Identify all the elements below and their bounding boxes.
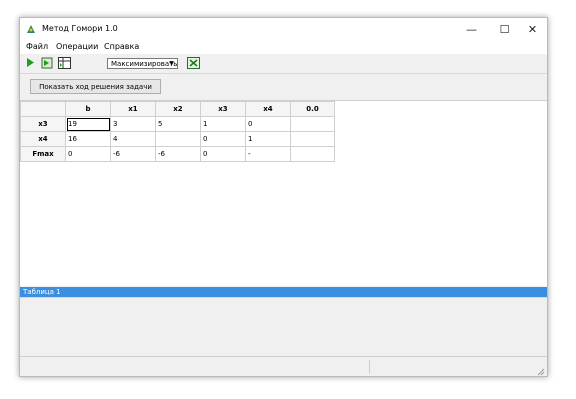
table-cell[interactable]: 16	[65, 131, 111, 147]
table-button[interactable]	[58, 56, 71, 71]
app-window: Метод Гомори 1.0 — ☐ ✕ Файл Операции Спр…	[19, 17, 548, 377]
status-divider	[369, 360, 370, 374]
close-icon: ✕	[527, 22, 538, 36]
table-icon	[58, 56, 71, 71]
row-header: x4	[20, 131, 66, 147]
resize-grip-icon[interactable]	[536, 367, 545, 376]
toolbar: Максимизировать ▼	[20, 55, 547, 74]
table-cell[interactable]: 3	[110, 116, 156, 132]
column-header: x2	[155, 101, 201, 117]
window-title: Метод Гомори 1.0	[42, 24, 118, 33]
table-cell[interactable]	[155, 131, 201, 147]
table-cell[interactable]	[290, 131, 335, 147]
table-cell[interactable]: 0	[200, 146, 246, 162]
table-row: x3 19 3 5 1 0	[20, 116, 335, 132]
excel-icon	[187, 56, 200, 71]
simplex-grid-area: b x1 x2 x3 x4 0.0 x3 19 3 5 1 0 x4 16 4	[20, 101, 547, 286]
table-cell[interactable]: 19	[65, 116, 111, 132]
simplex-table: b x1 x2 x3 x4 0.0 x3 19 3 5 1 0 x4 16 4	[20, 101, 335, 162]
table-cell[interactable]	[290, 116, 335, 132]
minimize-icon: —	[466, 22, 477, 36]
menu-operations[interactable]: Операции	[56, 42, 98, 51]
menu-bar: Файл Операции Справка	[20, 40, 547, 54]
menu-file[interactable]: Файл	[26, 42, 48, 51]
table-cell[interactable]: -6	[110, 146, 156, 162]
title-bar: Метод Гомори 1.0 — ☐ ✕	[20, 18, 547, 40]
export-button[interactable]	[187, 56, 200, 71]
menu-help[interactable]: Справка	[104, 42, 139, 51]
minimize-button[interactable]: —	[455, 18, 488, 40]
mode-select[interactable]: Максимизировать ▼	[107, 58, 178, 69]
log-selected-item[interactable]: Таблица 1	[20, 287, 547, 297]
table-cell[interactable]: -6	[155, 146, 201, 162]
table-cell[interactable]: 0	[200, 131, 246, 147]
row-header: x3	[20, 116, 66, 132]
chevron-down-icon: ▼	[169, 60, 174, 67]
table-cell[interactable]: 4	[110, 131, 156, 147]
table-row: x4 16 4 0 1	[20, 131, 335, 147]
app-icon	[26, 24, 36, 34]
status-bar	[20, 356, 547, 376]
maximize-icon: ☐	[499, 22, 510, 36]
column-header: x1	[110, 101, 156, 117]
table-row: Fmax 0 -6 -6 0 -	[20, 146, 335, 162]
table-cell[interactable]: -	[245, 146, 291, 162]
step-button[interactable]	[40, 57, 53, 70]
table-cell[interactable]: 0	[65, 146, 111, 162]
log-list[interactable]	[20, 297, 547, 357]
play-icon	[26, 57, 35, 70]
table-cell[interactable]: 5	[155, 116, 201, 132]
run-button[interactable]	[24, 57, 37, 70]
step-icon	[41, 57, 53, 71]
corner-cell	[20, 101, 66, 117]
table-cell[interactable]	[290, 146, 335, 162]
column-header: x3	[200, 101, 246, 117]
table-cell[interactable]: 1	[200, 116, 246, 132]
column-header: 0.0	[290, 101, 335, 117]
row-header: Fmax	[20, 146, 66, 162]
show-solution-button[interactable]: Показать ход решения задачи	[30, 79, 161, 94]
close-button[interactable]: ✕	[516, 18, 547, 40]
table-cell[interactable]: 0	[245, 116, 291, 132]
table-cell[interactable]: 1	[245, 131, 291, 147]
column-header: b	[65, 101, 111, 117]
table-header-row: b x1 x2 x3 x4 0.0	[20, 101, 335, 117]
column-header: x4	[245, 101, 291, 117]
action-panel: Показать ход решения задачи	[20, 74, 547, 101]
